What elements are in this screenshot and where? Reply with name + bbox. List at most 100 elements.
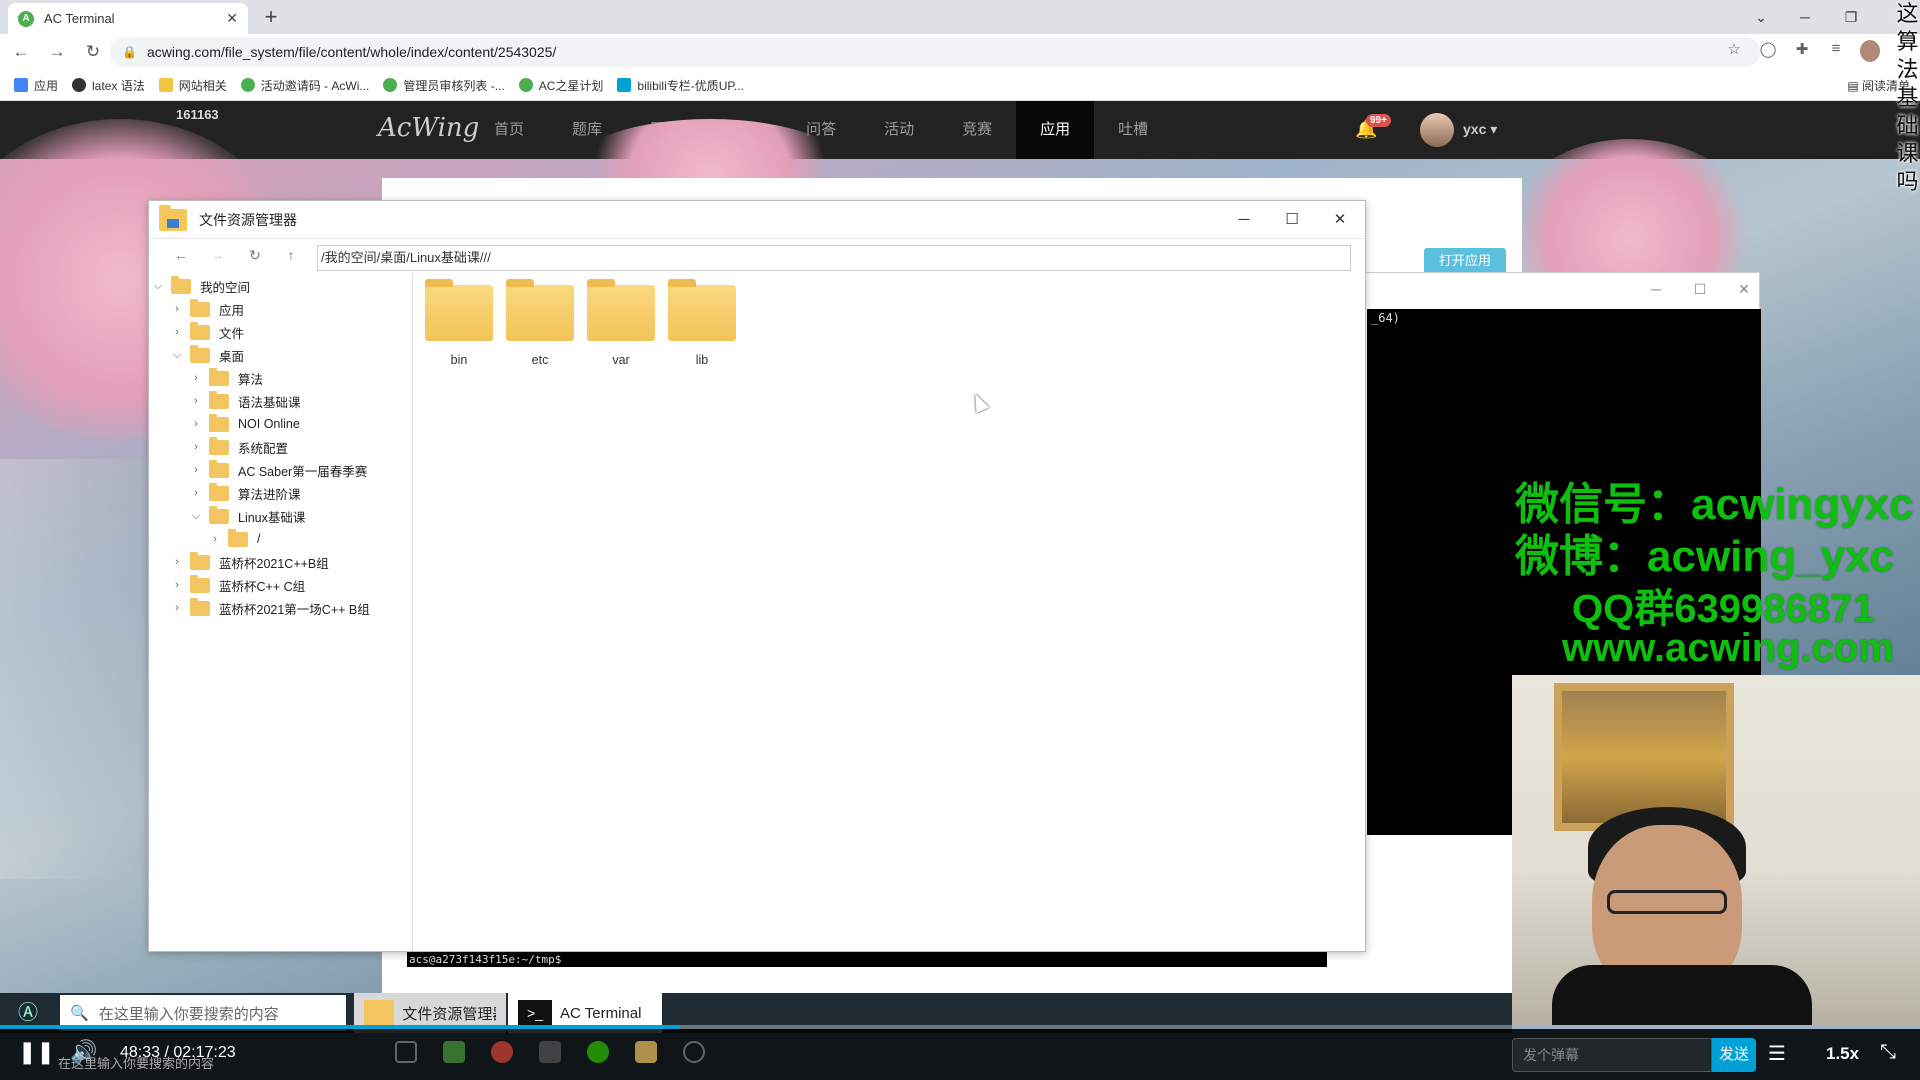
chevron-right-icon[interactable]: › xyxy=(189,395,203,407)
chevron-right-icon[interactable]: › xyxy=(170,556,184,568)
tree-node-desktop[interactable]: ⌵ 桌面 xyxy=(170,344,244,366)
folder-icon xyxy=(209,505,229,524)
nav-home[interactable]: 首页 xyxy=(470,101,548,159)
folder-icon[interactable] xyxy=(635,1041,657,1063)
back-arrow-icon[interactable]: ← xyxy=(171,247,191,263)
chevron-down-icon[interactable]: ⌵ xyxy=(189,510,203,523)
back-arrow-icon[interactable]: ← xyxy=(6,37,36,67)
chevron-right-icon[interactable]: › xyxy=(189,372,203,384)
username-dropdown[interactable]: yxc ▾ xyxy=(1463,121,1497,138)
tree-node-lanqiao-2021-b[interactable]: › 蓝桥杯2021C++B组 xyxy=(170,551,329,573)
chevron-right-icon[interactable]: › xyxy=(189,441,203,453)
forward-arrow-icon[interactable]: → xyxy=(207,247,227,263)
minimize-icon[interactable]: ─ xyxy=(1231,207,1257,233)
bookmark-star-icon[interactable]: ☆ xyxy=(1724,40,1744,62)
send-danmu-button[interactable]: 发送 xyxy=(1712,1038,1756,1072)
tree-node-lanqiao-c[interactable]: › 蓝桥杯C++ C组 xyxy=(170,574,305,596)
tree-node-advanced-course[interactable]: › 算法进阶课 xyxy=(189,482,301,504)
task-view-icon[interactable] xyxy=(395,1041,417,1063)
puzzle-extensions-icon[interactable]: ✚ xyxy=(1792,40,1812,62)
close-tab-icon[interactable]: ✕ xyxy=(226,10,238,27)
acwing-logo[interactable]: AcWing xyxy=(378,113,479,143)
new-tab-button[interactable]: + xyxy=(258,4,284,30)
nav-apps[interactable]: 应用 xyxy=(1016,101,1095,159)
reading-list-icon[interactable]: ≡ xyxy=(1826,40,1846,62)
close-icon[interactable]: ✕ xyxy=(1731,281,1757,298)
chevron-right-icon[interactable]: › xyxy=(208,533,222,545)
bookmark-ac-star[interactable]: AC之星计划 xyxy=(518,77,603,94)
profile-avatar[interactable] xyxy=(1860,40,1880,62)
chevron-right-icon[interactable]: › xyxy=(189,464,203,476)
tree-node-ac-saber[interactable]: › AC Saber第一届春季赛 xyxy=(189,459,367,481)
nav-rants[interactable]: 吐槽 xyxy=(1094,101,1172,159)
nav-activities[interactable]: 活动 xyxy=(860,101,938,159)
tree-node-my-space[interactable]: ⌵ 我的空间 xyxy=(151,275,250,297)
folder-item-etc[interactable]: etc xyxy=(500,279,580,367)
folder-icon xyxy=(425,279,493,341)
tree-node-noi-online[interactable]: › NOI Online xyxy=(189,413,300,435)
folder-icon xyxy=(209,459,229,478)
bookmark-apps[interactable]: 应用 xyxy=(14,77,58,94)
danmu-input[interactable]: 发个弹幕 xyxy=(1512,1038,1712,1072)
folder-icon xyxy=(190,551,210,570)
obs-icon[interactable] xyxy=(683,1041,705,1063)
bookmark-invite-code[interactable]: 活动邀请码 - AcWi... xyxy=(240,77,369,94)
folder-item-lib[interactable]: lib xyxy=(662,279,742,367)
caret-down-icon: ▾ xyxy=(1490,121,1498,137)
pause-icon[interactable]: ❚❚ xyxy=(18,1039,55,1065)
chrome-icon[interactable] xyxy=(491,1041,513,1063)
chevron-right-icon[interactable]: › xyxy=(189,487,203,499)
chevron-right-icon[interactable]: › xyxy=(170,303,184,315)
tree-node-system-config[interactable]: › 系统配置 xyxy=(189,436,288,458)
browser-tab-ac-terminal[interactable]: A AC Terminal ✕ xyxy=(8,3,248,34)
bookmark-bilibili[interactable]: bilibili专栏-优质UP... xyxy=(617,77,744,94)
tree-node-linux-course[interactable]: ⌵ Linux基础课 xyxy=(189,505,305,527)
folder-item-bin[interactable]: bin xyxy=(419,279,499,367)
bookmark-admin-review[interactable]: 管理员审核列表 -... xyxy=(383,77,505,94)
tree-node-root-slash[interactable]: › / xyxy=(208,528,260,550)
terminal-titlebar[interactable]: ─ ☐ ✕ xyxy=(1361,273,1759,309)
reload-icon[interactable]: ↻ xyxy=(78,37,108,67)
close-icon[interactable]: ✕ xyxy=(1327,207,1353,233)
open-app-button[interactable]: 打开应用 xyxy=(1424,248,1506,274)
tree-node-algorithms[interactable]: › 算法 xyxy=(189,367,263,389)
chevron-down-icon[interactable]: ⌵ xyxy=(170,349,184,362)
tree-node-files[interactable]: › 文件 xyxy=(170,321,244,343)
restore-window-button[interactable]: ❐ xyxy=(1828,0,1874,34)
up-arrow-icon[interactable]: ↑ xyxy=(281,247,301,263)
address-bar[interactable]: 🔒 acwing.com/file_system/file/content/wh… xyxy=(110,37,1760,67)
terminal-prompt-line[interactable]: acs@a273f143f15e:~/tmp$ xyxy=(407,952,1327,967)
chevron-right-icon[interactable]: › xyxy=(189,418,203,430)
path-input[interactable]: /我的空间/桌面/Linux基础课/// xyxy=(317,245,1351,271)
maximize-icon[interactable]: ☐ xyxy=(1687,281,1713,298)
tree-node-syntax-course[interactable]: › 语法基础课 xyxy=(189,390,301,412)
tab-search-icon[interactable]: ⌄ xyxy=(1738,0,1784,34)
wechat-icon[interactable] xyxy=(587,1041,609,1063)
folder-item-var[interactable]: var xyxy=(581,279,661,367)
chevron-right-icon[interactable]: › xyxy=(170,602,184,614)
notepad-icon[interactable] xyxy=(443,1041,465,1063)
browser-tab-strip: A AC Terminal ✕ + ⌄ ─ ❐ xyxy=(0,0,1920,34)
bookmark-folder-site[interactable]: 网站相关 xyxy=(158,77,227,94)
chevron-down-icon[interactable]: ⌵ xyxy=(151,280,165,293)
maximize-icon[interactable]: ☐ xyxy=(1279,207,1305,233)
nav-contests[interactable]: 竞赛 xyxy=(938,101,1016,159)
refresh-icon[interactable]: ↻ xyxy=(245,247,265,264)
exit-fullscreen-icon[interactable]: ⤡ xyxy=(1880,1041,1896,1064)
user-avatar[interactable] xyxy=(1420,113,1454,147)
playback-speed[interactable]: 1.5x xyxy=(1826,1044,1859,1064)
bookmark-latex[interactable]: latex 语法 xyxy=(72,77,145,94)
tree-node-apps[interactable]: › 应用 xyxy=(170,298,244,320)
chevron-right-icon[interactable]: › xyxy=(170,326,184,338)
forward-arrow-icon[interactable]: → xyxy=(42,37,72,67)
danmu-settings-icon[interactable]: ☰ xyxy=(1768,1041,1786,1066)
extension-circle-icon[interactable]: ◯ xyxy=(1758,40,1778,62)
minimize-window-button[interactable]: ─ xyxy=(1782,0,1828,34)
minimize-icon[interactable]: ─ xyxy=(1643,281,1669,297)
terminal-icon[interactable] xyxy=(539,1041,561,1063)
file-explorer-window[interactable]: 文件资源管理器 ─ ☐ ✕ ← → ↻ ↑ /我的空间/桌面/Linux基础课/… xyxy=(148,200,1366,952)
explorer-toolbar: ← → ↻ ↑ /我的空间/桌面/Linux基础课/// xyxy=(149,241,1367,273)
tree-node-lanqiao-2021-first[interactable]: › 蓝桥杯2021第一场C++ B组 xyxy=(170,597,370,619)
explorer-titlebar[interactable]: 文件资源管理器 ─ ☐ ✕ xyxy=(149,201,1365,239)
chevron-right-icon[interactable]: › xyxy=(170,579,184,591)
